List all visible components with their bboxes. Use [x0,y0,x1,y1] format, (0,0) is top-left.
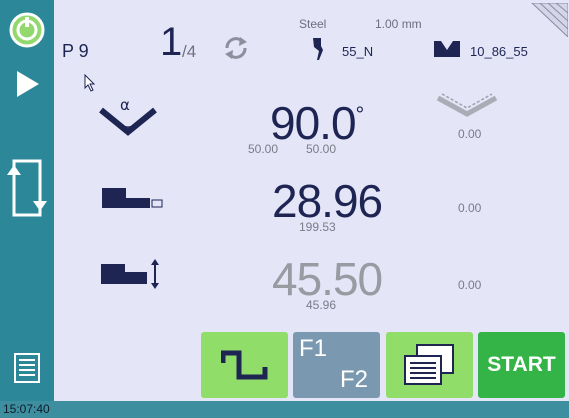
die-name: 10_86_55 [470,44,528,59]
angle-sub-left: 50.00 [248,142,279,156]
documents-icon [404,344,454,385]
bend-profile-button[interactable] [201,332,288,398]
punch-tool-icon [313,38,323,60]
angle-sub-right: 50.00 [306,142,337,156]
material-label: Steel [299,17,327,31]
svg-text:α: α [120,96,130,114]
play-button[interactable] [0,64,54,104]
f2-label: F2 [340,366,369,393]
function-toggle-button[interactable]: F1 F2 [293,332,380,398]
clock: 15:07:40 [3,402,50,416]
punch-name: 55_N [342,44,374,59]
bend-profile-icon [221,350,268,380]
corner-fold-icon[interactable] [530,3,568,37]
list-icon [14,353,40,383]
cursor-icon [84,74,96,92]
backgauge-r-icon [101,259,159,289]
bend-cycle-icon [7,159,47,217]
bend-current: 1 [160,20,183,64]
backgauge-x-sub: 199.53 [299,220,336,234]
start-button[interactable]: START [478,332,565,398]
backgauge-x-correction[interactable]: 0.00 [458,201,481,215]
backgauge-x-icon [102,188,163,208]
start-label: START [487,353,556,376]
play-icon [17,71,39,97]
power-ring-icon [9,12,45,48]
bend-total: /4 [182,42,197,61]
angle-correction-icon [436,93,498,117]
documents-button[interactable] [386,332,473,398]
die-tool-icon [434,41,460,57]
program-label: P 9 [62,41,89,61]
angle-correction-value[interactable]: 0.00 [458,127,481,141]
bend-angle-icon: α [99,96,157,136]
status-bar [0,401,569,418]
thickness-label: 1.00 mm [375,17,422,31]
f1-label: F1 [299,335,328,362]
list-button[interactable] [0,350,54,386]
power-ring-button[interactable] [0,10,54,50]
backgauge-r-sub: 45.96 [306,298,337,312]
refresh-icon[interactable] [223,36,249,60]
bend-cycle-button[interactable] [0,152,54,224]
backgauge-r-correction[interactable]: 0.00 [458,278,481,292]
